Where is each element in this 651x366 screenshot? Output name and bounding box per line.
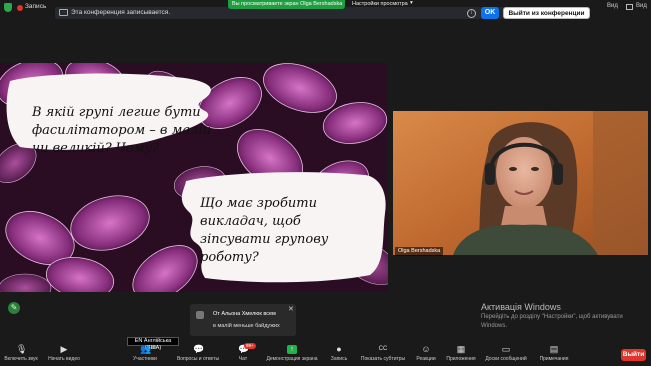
apps-button[interactable]: ▦ Приложения: [443, 345, 479, 365]
chat-sender-label: От Альона Хмелюк всем: [213, 311, 276, 317]
view-options-button[interactable]: Настройки просмотра: [352, 1, 408, 7]
recording-notice-icon: [59, 9, 68, 16]
qa-button[interactable]: 💬 Вопросы и ответы: [174, 345, 222, 365]
view-menu-exit[interactable]: Вид: [636, 3, 647, 9]
recording-notice-text: Эта конференция записывается.: [71, 9, 171, 16]
share-screen-icon: ↑: [287, 345, 297, 354]
participant-name-tag: Olga Bershadska: [395, 247, 444, 256]
security-shield-icon[interactable]: [4, 3, 12, 12]
notes-icon: ▤: [549, 344, 559, 354]
notes-button[interactable]: ▤ Примечания: [536, 345, 572, 365]
captions-icon: CC: [378, 346, 388, 352]
chat-button[interactable]: 💬 99+ Чат: [230, 343, 256, 365]
info-icon[interactable]: i: [467, 9, 476, 18]
chevron-down-icon[interactable]: ▾: [410, 0, 413, 6]
apps-icon: ▦: [456, 344, 466, 354]
leave-meeting-button[interactable]: Выйти из конференции: [503, 7, 590, 19]
start-video-button[interactable]: ▶ Начать видео: [44, 345, 84, 365]
slide-question-2: Що має зробити викладач, щоб зіпсувати г…: [200, 196, 329, 265]
viewing-screen-text: Вы просматриваете экран Olga Bershadska: [232, 1, 343, 7]
mic-muted-icon: 🎙: [16, 344, 28, 354]
windows-activation-title: Активація Windows: [481, 302, 561, 312]
speaker-video-image: [393, 111, 648, 255]
recording-dot-icon: [17, 5, 23, 11]
chat-sender-avatar: [196, 311, 204, 319]
leave-button[interactable]: Выйти: [621, 349, 646, 361]
record-icon: ●: [336, 344, 342, 354]
whiteboards-button[interactable]: ▭ Доски сообщений: [483, 345, 529, 365]
grid-view-icon[interactable]: [626, 4, 633, 10]
close-icon[interactable]: ✕: [288, 305, 294, 313]
record-button[interactable]: ● Запись: [326, 345, 352, 365]
whiteboard-icon: ▭: [501, 344, 511, 354]
participants-button[interactable]: 👥 196 Участники: [128, 344, 162, 365]
annotate-pencil-icon[interactable]: ✎: [8, 302, 20, 314]
windows-activation-subtitle: Перейдіть до розділу "Настройки", щоб ак…: [481, 314, 623, 329]
share-screen-button[interactable]: ↑ Демонстрация экрана: [264, 345, 320, 365]
chat-message-text: в малій меньше байдужих: [213, 323, 280, 329]
view-menu-label[interactable]: Вид: [607, 3, 618, 9]
participants-count: 196: [148, 344, 156, 349]
chat-notification[interactable]: [190, 304, 296, 336]
captions-button[interactable]: CC Показать субтитры: [358, 345, 408, 365]
reactions-button[interactable]: ☺ Реакции: [412, 345, 440, 365]
reactions-icon: ☺: [421, 344, 431, 354]
chat-unread-badge: 99+: [244, 343, 256, 349]
qa-icon: 💬: [193, 344, 205, 354]
recording-label: Запись: [25, 3, 47, 10]
video-off-icon: ▶: [60, 344, 68, 354]
slide-question-1: В якій групі легше бути фасилітатором – …: [32, 105, 211, 156]
speaker-video-tile[interactable]: [393, 111, 648, 255]
unmute-button[interactable]: 🎙 Включить звук: [0, 345, 42, 365]
ok-button[interactable]: OK: [481, 7, 499, 19]
